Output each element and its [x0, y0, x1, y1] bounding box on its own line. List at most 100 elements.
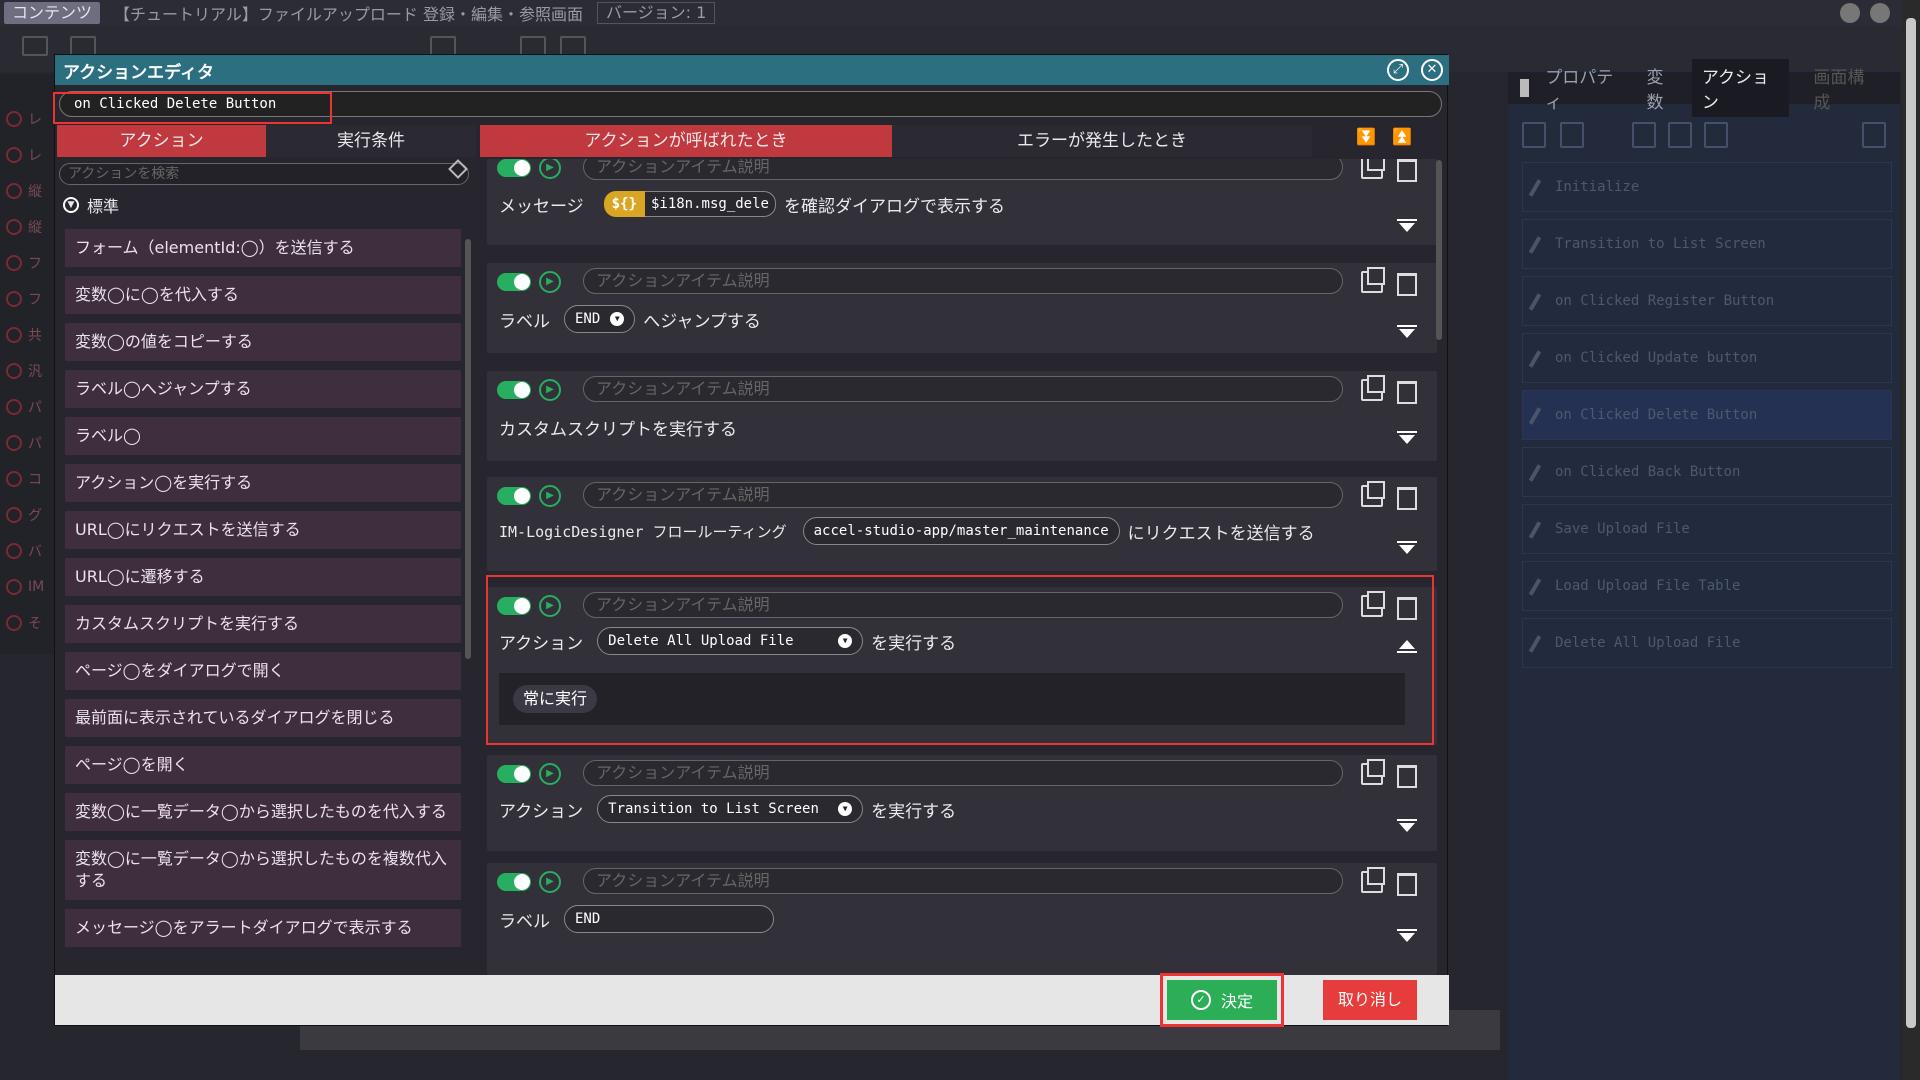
- library-item[interactable]: URL◯にリクエストを送信する: [65, 511, 461, 549]
- action-description-input[interactable]: アクションアイテム説明: [583, 159, 1343, 180]
- library-item[interactable]: URL◯に遷移する: [65, 558, 461, 596]
- copy-icon[interactable]: [1361, 481, 1385, 507]
- trash-icon[interactable]: [1397, 378, 1417, 404]
- palette-item[interactable]: 縦: [6, 176, 60, 206]
- collapse-all-icon[interactable]: ⏫: [1391, 127, 1413, 151]
- trash-icon[interactable]: [1397, 159, 1417, 182]
- run-icon[interactable]: ▶: [539, 485, 561, 507]
- enable-toggle[interactable]: [497, 381, 531, 399]
- label-name-input[interactable]: END: [564, 905, 774, 933]
- action-description-input[interactable]: アクションアイテム説明: [583, 868, 1343, 894]
- trash-icon[interactable]: [1397, 484, 1417, 510]
- palette-item[interactable]: IM: [6, 572, 60, 602]
- palette-item[interactable]: レ: [6, 104, 60, 134]
- action-description-input[interactable]: アクションアイテム説明: [583, 482, 1343, 508]
- tab-variables[interactable]: 変数: [1647, 63, 1678, 113]
- palette-item[interactable]: コ: [6, 464, 60, 494]
- copy-icon[interactable]: [1361, 375, 1385, 401]
- enable-toggle[interactable]: [497, 487, 531, 505]
- library-item[interactable]: ページ◯を開く: [65, 746, 461, 784]
- category-header[interactable]: ▼ 標準: [63, 193, 119, 217]
- action-list-item[interactable]: on Clicked Register Button: [1522, 276, 1892, 326]
- library-item[interactable]: 変数◯に一覧データ◯から選択したものを代入する: [65, 793, 461, 831]
- collapse-toggle-icon[interactable]: [1397, 541, 1417, 555]
- library-scrollbar[interactable]: [465, 239, 471, 659]
- library-item[interactable]: アクション◯を実行する: [65, 464, 461, 502]
- palette-item[interactable]: グ: [6, 500, 60, 530]
- action-list-item-selected[interactable]: on Clicked Delete Button: [1522, 390, 1892, 440]
- jump-label-select[interactable]: END ▼: [564, 305, 636, 333]
- lock-icon[interactable]: [1870, 3, 1890, 23]
- copy-icon[interactable]: [1361, 159, 1385, 179]
- content-tab[interactable]: コンテンツ: [4, 2, 101, 24]
- collapse-toggle-icon[interactable]: [1397, 819, 1417, 833]
- copy-icon[interactable]: [1361, 267, 1385, 293]
- enable-toggle[interactable]: [497, 765, 531, 783]
- library-item[interactable]: フォーム（elementId:◯）を送信する: [65, 229, 461, 267]
- palette-item[interactable]: レ: [6, 140, 60, 170]
- tab-on-called[interactable]: アクションが呼ばれたとき: [480, 125, 892, 157]
- expand-all-icon[interactable]: ⏬: [1355, 127, 1377, 151]
- copy-icon[interactable]: [1361, 867, 1385, 893]
- action-list-item[interactable]: on Clicked Back Button: [1522, 447, 1892, 497]
- toolbar-panel-icon[interactable]: [560, 36, 586, 56]
- palette-item[interactable]: 縦: [6, 212, 60, 242]
- library-item[interactable]: ラベル◯: [65, 417, 461, 455]
- trash-icon[interactable]: [1397, 762, 1417, 788]
- panel-pin-icon[interactable]: [1520, 79, 1530, 97]
- flow-routing-input[interactable]: accel-studio-app/master_maintenance: [802, 517, 1120, 545]
- version-label[interactable]: バージョン: 1: [596, 2, 716, 24]
- delete-action-icon[interactable]: [1862, 122, 1886, 148]
- library-item[interactable]: 変数◯に一覧データ◯から選択したものを複数代入する: [65, 840, 461, 900]
- palette-item[interactable]: 汎: [6, 356, 60, 386]
- copy-action-icon[interactable]: [1560, 122, 1584, 148]
- action-list-item[interactable]: Initialize: [1522, 162, 1892, 212]
- run-icon[interactable]: ▶: [539, 763, 561, 785]
- library-item[interactable]: 変数◯に◯を代入する: [65, 276, 461, 314]
- tab-screen-structure[interactable]: 画面構成: [1813, 63, 1876, 113]
- library-item[interactable]: カスタムスクリプトを実行する: [65, 605, 461, 643]
- enable-toggle[interactable]: [497, 159, 531, 177]
- run-icon[interactable]: ▶: [539, 271, 561, 293]
- library-item[interactable]: メッセージ◯をアラートダイアログで表示する: [65, 909, 461, 947]
- action-description-input[interactable]: アクションアイテム説明: [583, 268, 1343, 294]
- close-icon[interactable]: ✕: [1421, 59, 1443, 81]
- message-variable-input[interactable]: $i18n.msg_dele: [644, 191, 776, 217]
- palette-item[interactable]: バ: [6, 536, 60, 566]
- tab-properties[interactable]: プロパティ: [1545, 63, 1622, 113]
- cancel-button[interactable]: 取り消し: [1323, 980, 1417, 1020]
- copy-icon[interactable]: [1361, 759, 1385, 785]
- collapse-toggle-icon[interactable]: [1397, 431, 1417, 445]
- action-description-input[interactable]: アクションアイテム説明: [583, 376, 1343, 402]
- trash-icon[interactable]: [1397, 870, 1417, 896]
- palette-item[interactable]: そ: [6, 608, 60, 638]
- action-description-input[interactable]: アクションアイテム説明: [583, 760, 1343, 786]
- add-action-icon[interactable]: [1522, 122, 1546, 148]
- action-list-item[interactable]: Load Upload File Table: [1522, 561, 1892, 611]
- toolbar-menu-icon[interactable]: [22, 36, 48, 56]
- palette-item[interactable]: パ: [6, 392, 60, 422]
- tab-action-library[interactable]: アクション: [57, 125, 266, 157]
- paste-action-icon[interactable]: [1632, 122, 1656, 148]
- toolbar-cursor-icon[interactable]: [430, 36, 456, 56]
- window-scrollbar[interactable]: [1902, 0, 1920, 1080]
- collapse-toggle-icon[interactable]: [1397, 219, 1417, 233]
- tab-on-error[interactable]: エラーが発生したとき: [892, 125, 1312, 157]
- library-item[interactable]: 変数◯の値をコピーする: [65, 323, 461, 361]
- library-item[interactable]: 最前面に表示されているダイアログを閉じる: [65, 699, 461, 737]
- user-icon[interactable]: [1840, 3, 1860, 23]
- tab-actions[interactable]: アクション: [1691, 59, 1790, 117]
- action-list-item[interactable]: Delete All Upload File: [1522, 618, 1892, 668]
- palette-item[interactable]: フ: [6, 284, 60, 314]
- action-select[interactable]: Transition to List Screen ▼: [597, 795, 864, 823]
- library-item[interactable]: ラベル◯へジャンプする: [65, 370, 461, 408]
- palette-item[interactable]: パ: [6, 428, 60, 458]
- toolbar-image-icon[interactable]: [70, 36, 96, 56]
- expand-icon[interactable]: ⤢: [1387, 59, 1409, 81]
- collapse-toggle-icon[interactable]: [1397, 929, 1417, 943]
- variable-chip[interactable]: ${}: [603, 191, 645, 217]
- toolbar-box-icon[interactable]: [520, 36, 546, 56]
- enable-toggle[interactable]: [497, 273, 531, 291]
- action-list-item[interactable]: Transition to List Screen: [1522, 219, 1892, 269]
- trash-icon[interactable]: [1397, 270, 1417, 296]
